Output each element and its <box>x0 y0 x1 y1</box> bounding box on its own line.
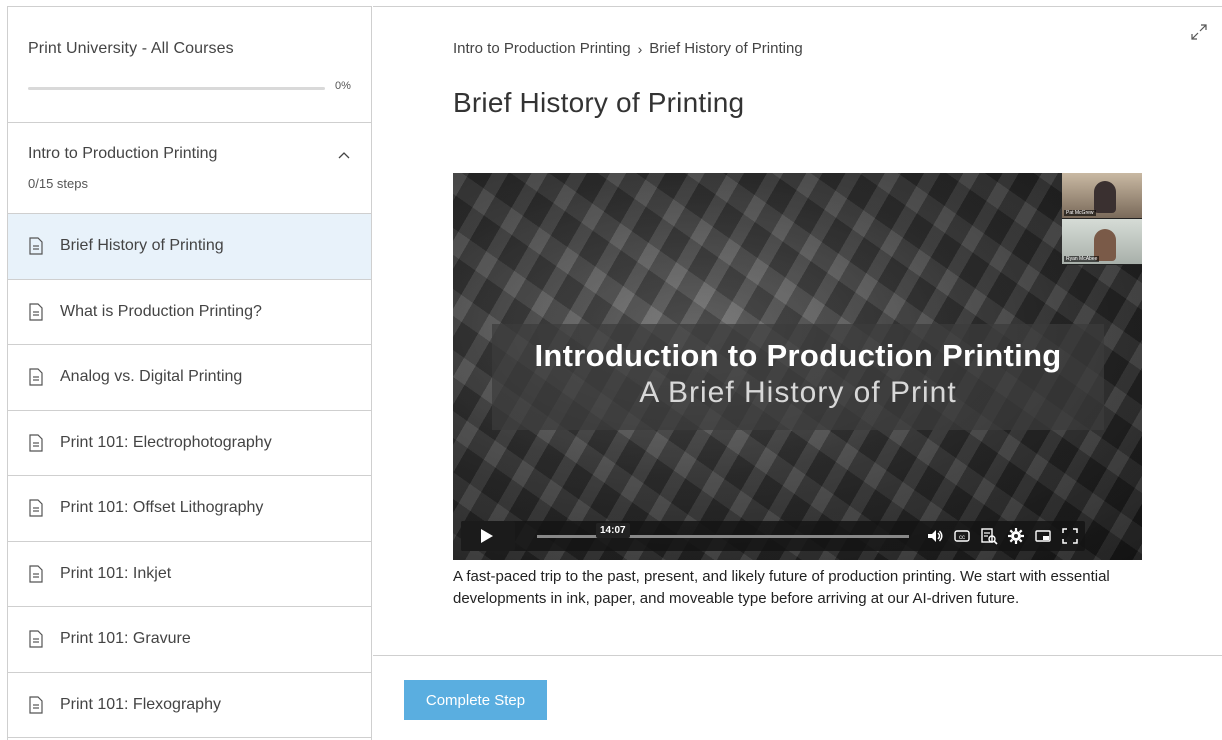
content-divider <box>373 655 1222 656</box>
step-item-offset-lithography[interactable]: Print 101: Offset Lithography <box>8 476 371 542</box>
lesson-title[interactable]: Intro to Production Printing <box>28 145 351 163</box>
video-player[interactable]: Pat McGrew Ryan McAbee Introduction to P… <box>453 173 1142 560</box>
step-label: Print 101: Gravure <box>60 630 191 648</box>
document-icon <box>29 303 43 321</box>
step-label: Print 101: Offset Lithography <box>60 499 264 517</box>
step-label: Print 101: Flexography <box>60 695 221 713</box>
step-item-flexography[interactable]: Print 101: Flexography <box>8 673 371 738</box>
top-divider <box>373 6 1222 7</box>
participant-video-2: Ryan McAbee <box>1062 219 1142 265</box>
document-icon <box>29 696 43 714</box>
step-label: Analog vs. Digital Printing <box>60 368 243 386</box>
step-item-brief-history[interactable]: Brief History of Printing <box>8 214 371 280</box>
video-time: 14:07 <box>596 523 630 538</box>
svg-text:cc: cc <box>959 535 965 541</box>
breadcrumb-current: Brief History of Printing <box>649 40 803 57</box>
course-sidebar: Print University - All Courses 0% Intro … <box>7 6 372 740</box>
document-icon <box>29 630 43 648</box>
video-controls: 14:07 cc <box>461 521 1085 551</box>
expand-icon[interactable] <box>1190 23 1208 41</box>
participant-name: Pat McGrew <box>1064 210 1096 216</box>
lesson-step-count: 0/15 steps <box>28 176 88 191</box>
step-item-analog-digital[interactable]: Analog vs. Digital Printing <box>8 345 371 411</box>
closed-captions-icon[interactable]: cc <box>953 527 971 545</box>
fullscreen-icon[interactable] <box>1061 527 1079 545</box>
lesson-description: A fast-paced trip to the past, present, … <box>453 568 1110 607</box>
picture-in-picture-icon[interactable] <box>1034 527 1052 545</box>
play-icon <box>481 529 493 543</box>
video-subtitle: A Brief History of Print <box>639 376 957 409</box>
participant-figure <box>1094 181 1116 213</box>
volume-icon[interactable] <box>926 527 944 545</box>
step-item-inkjet[interactable]: Print 101: Inkjet <box>8 542 371 607</box>
document-icon <box>29 368 43 386</box>
chevron-right-icon: › <box>637 40 643 57</box>
breadcrumb-parent-link[interactable]: Intro to Production Printing <box>453 40 631 57</box>
step-label: Print 101: Electrophotography <box>60 433 272 451</box>
page-title: Brief History of Printing <box>453 87 745 118</box>
course-title[interactable]: Print University - All Courses <box>28 40 351 58</box>
video-scrubber[interactable]: 14:07 <box>537 523 909 538</box>
step-item-gravure[interactable]: Print 101: Gravure <box>8 607 371 673</box>
transcript-icon[interactable] <box>980 527 998 545</box>
step-label: What is Production Printing? <box>60 302 262 320</box>
breadcrumb: Intro to Production Printing › Brief His… <box>453 40 803 57</box>
document-icon <box>29 499 43 517</box>
course-progress-percent: 0% <box>335 80 351 92</box>
video-control-icons: cc <box>926 527 1079 545</box>
step-label: Print 101: Inkjet <box>60 564 172 582</box>
step-list: Brief History of Printing What is Produc… <box>8 214 371 738</box>
participant-name: Ryan McAbee <box>1064 256 1100 262</box>
complete-step-button[interactable]: Complete Step <box>404 680 547 720</box>
step-item-what-is-production[interactable]: What is Production Printing? <box>8 280 371 345</box>
video-title-overlay: Introduction to Production Printing A Br… <box>492 324 1104 430</box>
course-progress-bar <box>28 87 325 90</box>
lesson-content: Intro to Production Printing › Brief His… <box>373 6 1222 740</box>
video-title: Introduction to Production Printing <box>534 338 1062 373</box>
settings-gear-icon[interactable] <box>1007 527 1025 545</box>
lesson-header[interactable]: Intro to Production Printing 0/15 steps <box>8 123 371 214</box>
chevron-up-icon[interactable] <box>337 149 351 163</box>
step-label: Brief History of Printing <box>60 237 224 255</box>
document-icon <box>29 237 43 255</box>
course-header[interactable]: Print University - All Courses 0% <box>8 7 371 123</box>
step-item-electrophotography[interactable]: Print 101: Electrophotography <box>8 411 371 476</box>
participant-video-1: Pat McGrew <box>1062 173 1142 219</box>
play-button[interactable] <box>461 521 515 551</box>
document-icon <box>29 434 43 452</box>
document-icon <box>29 565 43 583</box>
